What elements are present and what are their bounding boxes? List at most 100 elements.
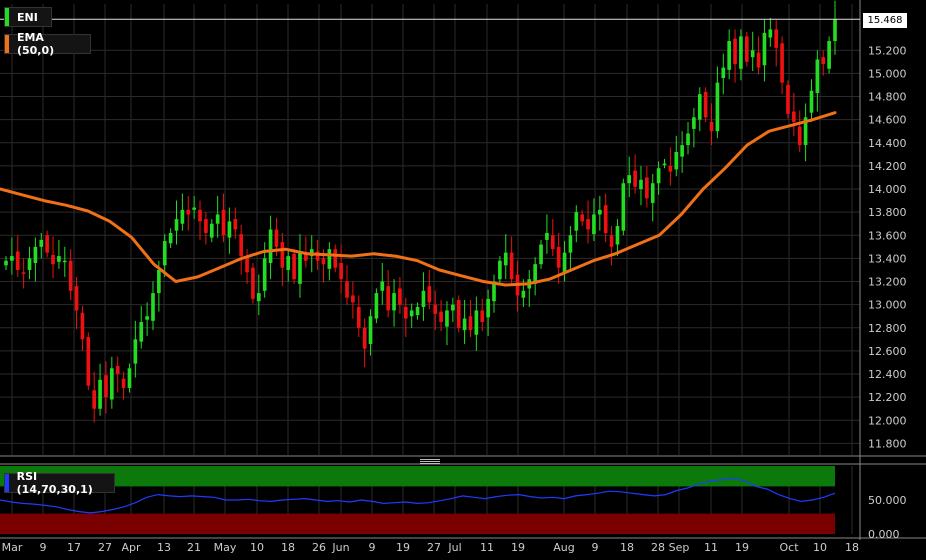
candle-up[interactable] (662, 163, 667, 166)
candle-down[interactable] (292, 253, 296, 280)
candle-down[interactable] (480, 310, 485, 323)
candle-up[interactable] (10, 256, 14, 261)
candle-down[interactable] (251, 267, 255, 299)
candle-up[interactable] (62, 260, 67, 263)
candle-up[interactable] (127, 368, 132, 388)
candle-down[interactable] (351, 295, 355, 303)
candle-up[interactable] (268, 229, 273, 264)
candle-down[interactable] (586, 219, 590, 230)
candle-up[interactable] (486, 298, 490, 318)
candle-down[interactable] (356, 306, 361, 328)
candle-down[interactable] (603, 205, 608, 233)
candle-down[interactable] (439, 311, 443, 323)
symbol-legend[interactable]: ENI (4, 7, 52, 27)
candle-up[interactable] (209, 223, 214, 238)
candle-up[interactable] (174, 219, 179, 231)
candle-up[interactable] (409, 310, 414, 317)
candle-down[interactable] (198, 209, 202, 222)
candle-down[interactable] (280, 242, 285, 268)
candle-down[interactable] (15, 251, 20, 270)
candle-down[interactable] (362, 327, 367, 349)
candle-down[interactable] (403, 306, 408, 319)
candle-down[interactable] (645, 177, 649, 199)
candle-up[interactable] (498, 260, 502, 280)
candle-up[interactable] (809, 90, 814, 113)
candle-up[interactable] (674, 152, 679, 170)
rsi-legend[interactable]: RSI (14,70,30,1) (4, 470, 115, 496)
candle-down[interactable] (744, 36, 749, 62)
candle-down[interactable] (104, 375, 108, 398)
candle-up[interactable] (768, 29, 773, 38)
candle-up[interactable] (739, 36, 743, 69)
candle-up[interactable] (168, 232, 173, 244)
candle-up[interactable] (833, 19, 837, 42)
ema-legend[interactable]: EMA (50,0) (4, 31, 91, 57)
candle-up[interactable] (474, 310, 479, 335)
candle-up[interactable] (157, 269, 161, 294)
candle-up[interactable] (462, 318, 467, 331)
candle-down[interactable] (433, 304, 438, 314)
candle-up[interactable] (445, 310, 449, 327)
candle-up[interactable] (162, 241, 167, 266)
candle-up[interactable] (415, 306, 420, 316)
candle-down[interactable] (556, 246, 561, 268)
candle-down[interactable] (115, 365, 120, 375)
candle-down[interactable] (345, 281, 349, 298)
candle-up[interactable] (374, 293, 379, 319)
candle-down[interactable] (821, 57, 826, 65)
candle-down[interactable] (86, 337, 91, 386)
candle-up[interactable] (327, 249, 332, 269)
candle-up[interactable] (192, 207, 196, 210)
candle-up[interactable] (110, 368, 114, 400)
candle-down[interactable] (339, 263, 343, 280)
candle-up[interactable] (392, 293, 396, 311)
candle-up[interactable] (227, 221, 232, 238)
candle-down[interactable] (333, 249, 338, 268)
candle-down[interactable] (186, 209, 191, 215)
candle-up[interactable] (451, 304, 455, 311)
candle-up[interactable] (39, 239, 44, 247)
candle-up[interactable] (133, 339, 138, 364)
candle-up[interactable] (215, 214, 220, 224)
candle-up[interactable] (697, 94, 702, 120)
candle-up[interactable] (721, 67, 726, 79)
candle-down[interactable] (468, 316, 473, 331)
candle-up[interactable] (750, 50, 755, 58)
candle-down[interactable] (580, 214, 585, 222)
candle-down[interactable] (274, 229, 279, 247)
candle-down[interactable] (80, 312, 85, 340)
candle-up[interactable] (727, 41, 731, 70)
candle-up[interactable] (598, 209, 602, 215)
candle-down[interactable] (792, 111, 796, 122)
candle-down[interactable] (221, 209, 226, 236)
candle-down[interactable] (51, 254, 55, 265)
candle-up[interactable] (762, 32, 767, 66)
candle-down[interactable] (609, 235, 614, 247)
candle-up[interactable] (4, 260, 8, 266)
candle-up[interactable] (815, 59, 820, 94)
candle-up[interactable] (680, 145, 684, 157)
candle-down[interactable] (774, 29, 779, 48)
candle-up[interactable] (656, 168, 661, 184)
candle-up[interactable] (592, 214, 596, 235)
candle-down[interactable] (756, 52, 761, 68)
candle-down[interactable] (509, 252, 514, 280)
candle-down[interactable] (709, 121, 714, 132)
candle-down[interactable] (321, 258, 326, 265)
candle-down[interactable] (786, 84, 790, 114)
candle-down[interactable] (550, 235, 555, 250)
candle-up[interactable] (574, 212, 579, 231)
candle-down[interactable] (633, 170, 637, 187)
candle-up[interactable] (57, 256, 61, 262)
candle-down[interactable] (733, 38, 737, 65)
candle-down[interactable] (121, 378, 126, 388)
candle-up[interactable] (686, 133, 690, 146)
candle-down[interactable] (21, 272, 26, 274)
candle-down[interactable] (45, 235, 49, 253)
candle-up[interactable] (33, 246, 38, 264)
candle-down[interactable] (74, 286, 79, 311)
candle-down[interactable] (233, 219, 238, 230)
candle-up[interactable] (298, 252, 302, 284)
candle-up[interactable] (539, 244, 543, 265)
candle-up[interactable] (421, 290, 426, 307)
